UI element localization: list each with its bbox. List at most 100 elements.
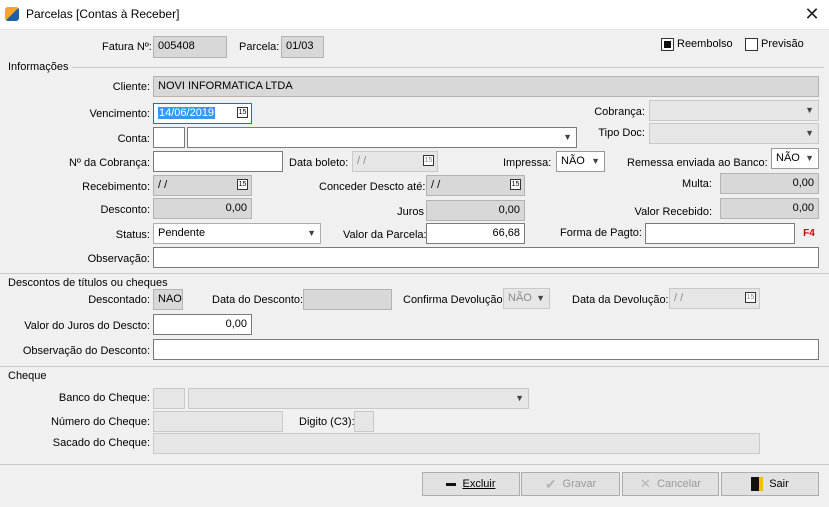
valor-juros-field[interactable]: 0,00 [153, 314, 252, 335]
remessa-value: NÃO [776, 152, 800, 164]
minus-icon [446, 482, 457, 486]
f4-search-button[interactable]: F4 [799, 224, 819, 243]
recebimento-field[interactable]: / / 15 [153, 175, 252, 196]
tipo-doc-label: Tipo Doc: [598, 127, 645, 139]
cobranca-select[interactable]: ▼ [649, 100, 819, 121]
status-value: Pendente [158, 227, 206, 239]
descontos-title: Descontos de títulos ou cheques [8, 277, 168, 289]
confirma-devolucao-select[interactable]: NÃO ▼ [503, 288, 550, 309]
fatura-label: Fatura Nº: [102, 41, 152, 53]
confirma-devolucao-label: Confirma Devolução: [403, 294, 506, 306]
window-title: Parcelas [Contas à Receber] [26, 7, 180, 21]
juros-field: 0,00 [426, 200, 525, 221]
observacao-label: Observação: [87, 253, 150, 265]
juros-label: Juros [397, 206, 424, 218]
impressa-select[interactable]: NÃO ▼ [556, 151, 605, 172]
gravar-button[interactable]: ✔ Gravar [521, 472, 620, 496]
valor-parcela-label: Valor da Parcela: [343, 229, 427, 241]
app-icon [5, 7, 19, 21]
digito-label: Digito (C3): [299, 416, 355, 428]
status-label: Status: [115, 229, 150, 241]
informacoes-divider [72, 67, 824, 68]
chevron-down-icon: ▼ [515, 393, 524, 403]
numero-cheque-field [153, 411, 283, 432]
chevron-down-icon: ▼ [307, 228, 316, 238]
reembolso-label: Reembolso [677, 38, 733, 50]
multa-field: 0,00 [720, 173, 819, 194]
fatura-field: 005408 [153, 36, 227, 58]
n-cobranca-field[interactable] [153, 151, 283, 172]
cobranca-label: Cobrança: [594, 106, 645, 118]
valor-parcela-field[interactable]: 66,68 [426, 223, 525, 244]
previsao-checkbox[interactable] [745, 38, 758, 51]
data-boleto-field[interactable]: / / 15 [352, 151, 438, 172]
recebimento-label: Recebimento: [82, 181, 150, 193]
data-desconto-field [303, 289, 392, 310]
obs-desconto-field[interactable] [153, 339, 819, 360]
gravar-label: Gravar [562, 478, 597, 490]
banco-code-field [153, 388, 185, 409]
check-icon: ✔ [544, 475, 557, 492]
observacao-field[interactable] [153, 247, 819, 268]
cheque-title: Cheque [8, 370, 47, 382]
conceder-label: Conceder Descto até: [319, 181, 426, 193]
sair-button[interactable]: Sair [721, 472, 819, 496]
close-icon[interactable]: ✕ [800, 2, 824, 26]
data-desconto-label: Data do Desconto: [212, 294, 304, 306]
n-cobranca-label: Nº da Cobrança: [68, 157, 150, 169]
parcela-label: Parcela: [239, 41, 280, 53]
desconto-field: 0,00 [153, 198, 252, 219]
vencimento-value: 14/06/2019 [158, 107, 216, 119]
chevron-down-icon: ▼ [536, 293, 545, 303]
multa-label: Multa: [682, 178, 712, 190]
numero-cheque-label: Número do Cheque: [50, 416, 150, 428]
calendar-icon[interactable]: 15 [510, 179, 521, 190]
conta-select[interactable]: ▼ [187, 127, 577, 148]
data-devolucao-field[interactable]: / / 15 [669, 288, 760, 309]
parcela-field: 01/03 [281, 36, 324, 58]
banco-cheque-label: Banco do Cheque: [58, 392, 150, 404]
impressa-label: Impressa: [503, 157, 552, 169]
exit-door-icon [751, 477, 764, 491]
calendar-icon[interactable]: 15 [745, 292, 756, 303]
calendar-icon[interactable]: 15 [237, 179, 248, 190]
digito-field [354, 411, 374, 432]
f4-icon: F4 [803, 228, 815, 239]
cancel-icon: ✕ [640, 476, 651, 491]
excluir-label: Excluir [462, 478, 496, 490]
cancelar-button[interactable]: ✕ Cancelar [622, 472, 719, 496]
remessa-label: Remessa enviada ao Banco: [627, 157, 768, 169]
obs-desconto-label: Observação do Desconto: [22, 345, 150, 357]
vencimento-field[interactable]: 14/06/2019 15 [153, 103, 252, 124]
conceder-field[interactable]: / / 15 [426, 175, 525, 196]
valor-recebido-label: Valor Recebido: [634, 206, 712, 218]
descontos-divider [0, 273, 829, 274]
valor-recebido-field: 0,00 [720, 198, 819, 219]
conta-code-field[interactable] [153, 127, 185, 148]
tipo-doc-select[interactable]: ▼ [649, 123, 819, 144]
cheque-divider [0, 366, 829, 367]
banco-cheque-select[interactable]: ▼ [188, 388, 529, 409]
previsao-label: Previsão [761, 38, 804, 50]
status-select[interactable]: Pendente ▼ [153, 223, 321, 244]
data-devolucao-value: / / [674, 292, 684, 304]
cliente-field: NOVI INFORMATICA LTDA [153, 76, 819, 97]
descontado-field: NAO [153, 289, 183, 310]
excluir-button[interactable]: Excluir [422, 472, 520, 496]
recebimento-value: / / [158, 179, 168, 191]
reembolso-checkbox[interactable] [661, 38, 674, 51]
cliente-label: Cliente: [112, 81, 150, 93]
desconto-label: Desconto: [100, 204, 150, 216]
cancelar-label: Cancelar [656, 478, 701, 490]
remessa-select[interactable]: NÃO ▼ [771, 148, 819, 169]
confirma-devolucao-value: NÃO [508, 292, 532, 304]
conceder-value: / / [431, 179, 441, 191]
calendar-icon[interactable]: 15 [237, 107, 248, 118]
forma-pagto-label: Forma de Pagto: [560, 227, 642, 239]
forma-pagto-field[interactable] [645, 223, 795, 244]
footer-divider [0, 464, 829, 465]
sair-label: Sair [769, 478, 789, 490]
sacado-cheque-label: Sacado do Cheque: [52, 437, 150, 449]
chevron-down-icon: ▼ [805, 153, 814, 163]
calendar-icon[interactable]: 15 [423, 155, 434, 166]
